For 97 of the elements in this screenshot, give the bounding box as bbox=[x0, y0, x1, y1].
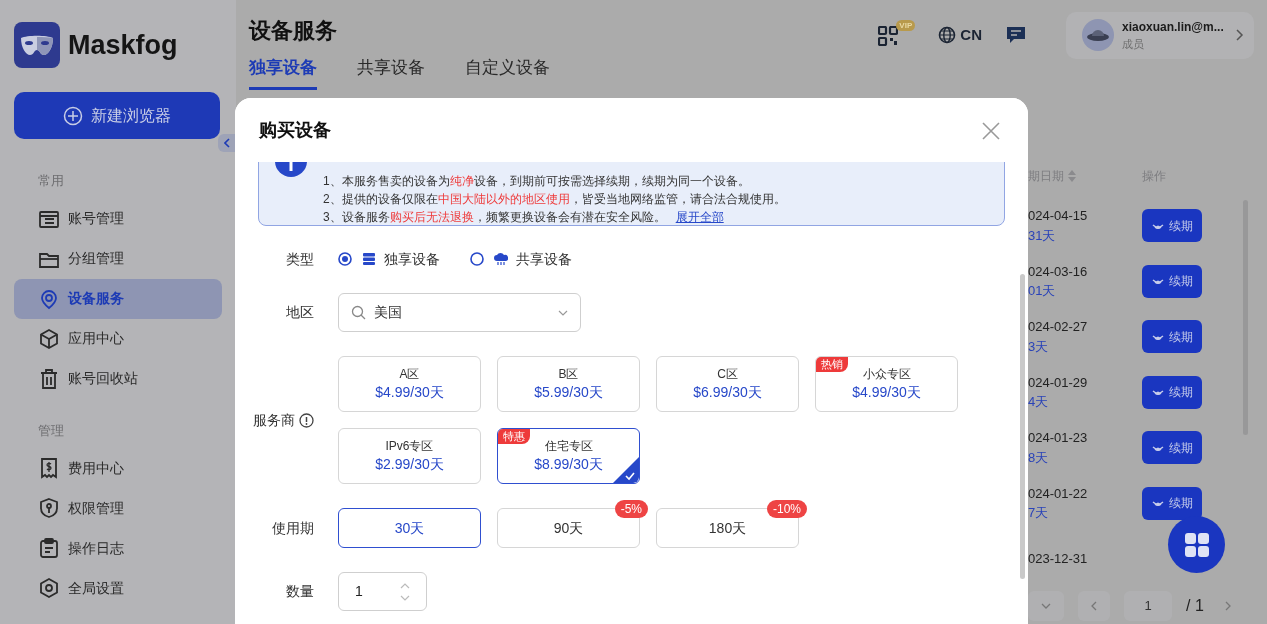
vip-badge: VIP bbox=[896, 20, 916, 32]
avatar-icon bbox=[1082, 19, 1114, 52]
section-heading: 管理 bbox=[38, 421, 65, 440]
notice-text: 1、本服务售卖的设备为纯净设备，到期前可按需选择续期，续期为同一个设备。 bbox=[323, 173, 751, 190]
provider-option[interactable]: C区 $6.99/30天 bbox=[656, 356, 799, 412]
discount-badge: -5% bbox=[614, 500, 648, 518]
expand-all-link[interactable]: 展开全部 bbox=[675, 208, 724, 226]
renew-button[interactable]: 续期 bbox=[1142, 486, 1202, 520]
days-left-text: 31天 bbox=[1028, 226, 1057, 245]
cube-icon bbox=[38, 327, 60, 350]
stepper-icon[interactable] bbox=[400, 581, 410, 602]
receipt-icon bbox=[38, 457, 60, 479]
collapse-button[interactable] bbox=[218, 134, 236, 152]
chevron-right-icon bbox=[1236, 29, 1244, 42]
renew-button[interactable]: 续期 bbox=[1142, 431, 1202, 465]
location-pin-icon bbox=[38, 287, 60, 310]
date-cell-text: 024-01-29 bbox=[1028, 373, 1089, 392]
sort-icon[interactable] bbox=[1068, 170, 1076, 182]
chat-icon[interactable] bbox=[1006, 25, 1026, 46]
radio-option[interactable]: 共享设备 bbox=[470, 248, 572, 270]
days-left-text: 01天 bbox=[1028, 282, 1057, 301]
date-cell-text: 024-03-16 bbox=[1028, 262, 1089, 281]
provider-option[interactable]: B区 $5.99/30天 bbox=[497, 356, 640, 412]
date-cell-text: 024-01-23 bbox=[1028, 429, 1089, 448]
provider-option[interactable]: IPv6专区 $2.99/30天 bbox=[338, 428, 481, 484]
tab[interactable]: 自定义设备 bbox=[465, 55, 550, 90]
check-corner-icon bbox=[613, 457, 639, 483]
date-cell-text: 024-01-22 bbox=[1028, 484, 1089, 503]
renew-button[interactable]: 续期 bbox=[1142, 320, 1202, 354]
sidebar-item[interactable]: 分组管理 bbox=[14, 238, 222, 279]
user-role: 成员 bbox=[1122, 37, 1145, 52]
notice-text: 2、提供的设备仅限在中国大陆以外的地区使用，皆受当地网络监管，请合法合规使用。 bbox=[323, 191, 787, 208]
cloud-icon bbox=[494, 252, 508, 266]
trash-icon bbox=[38, 367, 60, 390]
apps-grid-icon bbox=[1183, 531, 1210, 558]
promo-tag: 特惠 bbox=[498, 429, 530, 444]
period-option[interactable]: 30天 bbox=[338, 508, 481, 548]
form-label: 使用期 bbox=[272, 519, 314, 536]
settings-icon bbox=[38, 577, 60, 599]
notice-text: 3、设备服务购买后无法退换，频繁更换设备会有潜在安全风险。 bbox=[323, 209, 666, 226]
tab[interactable]: 独享设备 bbox=[249, 55, 317, 90]
date-cell-text: 023-12-31 bbox=[1028, 550, 1089, 568]
quantity-field[interactable]: 1 bbox=[338, 572, 427, 611]
globe-icon bbox=[938, 26, 957, 45]
days-left-text: 8天 bbox=[1028, 448, 1050, 467]
sidebar-item[interactable]: 应用中心 bbox=[14, 318, 222, 359]
page-total: / 1 bbox=[1186, 595, 1204, 616]
dialog-title: 购买设备 bbox=[259, 118, 331, 142]
tab[interactable]: 共享设备 bbox=[357, 55, 425, 90]
days-left-text: 3天 bbox=[1028, 337, 1050, 356]
form-label: 数量 bbox=[286, 583, 314, 599]
provider-option[interactable]: A区 $4.99/30天 bbox=[338, 356, 481, 412]
promo-tag: 热销 bbox=[816, 357, 848, 372]
days-left-text: 4天 bbox=[1028, 393, 1050, 412]
discount-badge: -10% bbox=[767, 500, 807, 518]
language-button[interactable]: CN bbox=[938, 24, 982, 47]
search-icon bbox=[351, 305, 366, 320]
date-cell-text: 024-02-27 bbox=[1028, 318, 1089, 337]
sidebar-item[interactable]: 账号回收站 bbox=[14, 358, 222, 399]
mask-logo-icon bbox=[14, 22, 60, 68]
radio-option[interactable]: 独享设备 bbox=[338, 248, 440, 270]
renew-button[interactable]: 续期 bbox=[1142, 375, 1202, 409]
sidebar-item[interactable]: 权限管理 bbox=[14, 488, 222, 528]
chevron-left-icon bbox=[224, 138, 230, 148]
user-name: xiaoxuan.lin@m... bbox=[1122, 19, 1225, 36]
renew-button[interactable]: 续期 bbox=[1142, 209, 1202, 243]
qr-code-icon[interactable] bbox=[878, 26, 899, 46]
page-input[interactable]: 1 bbox=[1124, 590, 1172, 621]
chevron-down-icon bbox=[1041, 602, 1051, 609]
sidebar-item[interactable]: 全局设置 bbox=[14, 568, 222, 608]
plus-icon bbox=[63, 105, 83, 126]
form-label: 类型 bbox=[286, 250, 314, 267]
user-menu[interactable]: xiaoxuan.lin@m... 成员 bbox=[1066, 12, 1254, 59]
floating-action-button[interactable] bbox=[1168, 516, 1225, 573]
provider-option[interactable]: 小众专区 $4.99/30天 热销 bbox=[815, 356, 958, 412]
chevron-left-icon bbox=[1091, 600, 1097, 611]
sidebar-item[interactable]: 操作日志 bbox=[14, 528, 222, 568]
sidebar-item[interactable]: 费用中心 bbox=[14, 448, 222, 488]
provider-option[interactable]: 住宅专区 $8.99/30天 特惠 bbox=[497, 428, 640, 484]
info-icon[interactable] bbox=[299, 412, 314, 428]
days-left-text: 7天 bbox=[1028, 504, 1050, 523]
form-label: 服务商 bbox=[253, 410, 295, 430]
chevron-down-icon bbox=[558, 309, 568, 316]
shield-icon bbox=[38, 497, 60, 519]
region-select[interactable]: 美国 bbox=[338, 293, 581, 332]
date-cell-text: 024-04-15 bbox=[1028, 207, 1089, 226]
server-icon bbox=[362, 252, 376, 266]
renew-button[interactable]: 续期 bbox=[1142, 264, 1202, 298]
section-heading: 常用 bbox=[38, 172, 65, 190]
form-label: 地区 bbox=[286, 304, 314, 320]
new-browser-button[interactable]: 新建浏览器 bbox=[14, 92, 220, 139]
app-name: Maskfog bbox=[68, 28, 178, 62]
close-icon bbox=[982, 121, 1000, 140]
chevron-right-icon bbox=[1224, 600, 1231, 611]
clipboard-icon bbox=[38, 537, 60, 559]
page-title: 设备服务 bbox=[249, 17, 338, 45]
sidebar-item[interactable]: 账号管理 bbox=[14, 198, 222, 239]
